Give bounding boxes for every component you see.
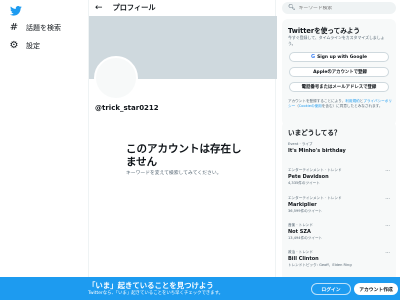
trend-count: 36,599件のツイート <box>288 209 323 213</box>
trend-item[interactable]: Event · ライブ It's Minho's birthday <box>288 142 392 154</box>
signup-title: Twitterを使ってみよう <box>288 27 360 35</box>
sidebar-item-label: 設定 <box>26 42 40 50</box>
trend-item[interactable]: エンターテインメント · トレンド Pete Davidson 4,335件のツ… <box>288 168 392 186</box>
more-icon[interactable]: ··· <box>385 168 390 174</box>
trends-card: いまどうしてる？ Event · ライブ It's Minho's birthd… <box>282 121 396 281</box>
google-icon: G <box>311 54 316 60</box>
search-icon: 🔍︎ <box>288 4 296 11</box>
phone-email-signup-button[interactable]: 電話番号またはメールアドレスで登録 <box>289 82 389 92</box>
trend-name: Markiplier <box>288 202 317 208</box>
apple-signup-button[interactable]: Appleのアカウントで登録 <box>289 67 389 77</box>
trends-title: いまどうしてる？ <box>288 129 341 137</box>
more-icon[interactable]: ··· <box>385 196 390 202</box>
trend-count: 4,335件のツイート <box>288 181 320 185</box>
login-button[interactable]: ログイン <box>311 283 351 295</box>
trend-category: Event · ライブ <box>288 142 313 146</box>
trend-item[interactable]: 音楽 · トレンド Not SZA 13,494件のツイート ··· <box>288 223 392 241</box>
trend-count: 13,494件のツイート <box>288 236 323 240</box>
avatar <box>94 56 138 100</box>
trend-name: Pete Davidson <box>288 174 329 180</box>
sidebar-item-label: 話題を検索 <box>26 24 61 32</box>
twitter-logo-icon[interactable] <box>10 6 22 16</box>
trend-count: トレンドトピック: Geoff、Elden Ring <box>288 263 352 267</box>
trend-name: Bill Clinton <box>288 256 319 262</box>
trend-category: エンターテインメント · トレンド <box>288 196 342 200</box>
trend-name: It's Minho's birthday <box>288 148 346 154</box>
sidebar-item-settings[interactable]: ⚙ 設定 <box>8 39 40 53</box>
signup-description: 今すぐ登録して、タイムラインをカスタマイズしましょう。 <box>288 35 385 46</box>
gear-icon: ⚙ <box>9 40 19 51</box>
right-sidebar: 🔍︎ Twitterを使ってみよう 今すぐ登録して、タイムラインをカスタマイズし… <box>282 0 400 300</box>
trend-item[interactable]: 政治 · トレンド Bill Clinton トレンドトピック: Geoff、E… <box>288 250 392 268</box>
search-input[interactable] <box>298 5 389 11</box>
phone-email-signup-label: 電話番号またはメールアドレスで登録 <box>301 85 377 90</box>
trend-name: Not SZA <box>288 229 311 235</box>
profile-handle: @trick_star0212 <box>95 104 159 112</box>
account-not-exist-title: このアカウントは存在しません <box>126 143 242 168</box>
cookie-link[interactable]: Cookieの使用 <box>299 104 322 108</box>
more-icon[interactable]: ··· <box>385 250 390 256</box>
bottom-signup-bar: 「いま」起きていることを見つけよう Twitterなら、「いま」起きていることを… <box>0 277 400 300</box>
hashtag-icon: # <box>9 22 19 33</box>
google-signup-label: Sign up with Google <box>317 54 367 60</box>
create-account-button[interactable]: アカウント作成 <box>354 283 398 295</box>
account-not-exist-subtitle: キーワードを変えて検索してみてください。 <box>126 171 222 176</box>
signup-card: Twitterを使ってみよう 今すぐ登録して、タイムラインをカスタマイズしましょ… <box>282 19 396 126</box>
more-icon[interactable]: ··· <box>385 223 390 229</box>
search-bar[interactable]: 🔍︎ <box>282 2 396 14</box>
profile-column: ← プロフィール @trick_star0212 このアカウントは存在しません … <box>88 0 277 300</box>
terms-text: アカウントを登録することにより、利用規約とプライバシーポリシー（Cookieの使… <box>288 99 392 109</box>
trend-item[interactable]: エンターテインメント · トレンド Markiplier 36,599件のツイー… <box>288 196 392 214</box>
trend-category: 音楽 · トレンド <box>288 223 313 227</box>
apple-signup-label: Appleのアカウントで登録 <box>313 70 367 75</box>
back-arrow-icon[interactable]: ← <box>95 3 103 13</box>
trend-category: エンターテインメント · トレンド <box>288 168 342 172</box>
google-signup-button[interactable]: G Sign up with Google <box>289 52 389 62</box>
left-nav: # 話題を検索 ⚙ 設定 <box>0 0 88 300</box>
terms-link[interactable]: 利用規約 <box>345 99 359 103</box>
trend-category: 政治 · トレンド <box>288 250 313 254</box>
bottom-bar-subtitle: Twitterなら、「いま」起きていることをいち早くチェックできます。 <box>88 291 224 296</box>
sidebar-item-explore[interactable]: # 話題を検索 <box>8 21 61 35</box>
page-title: プロフィール <box>112 3 156 12</box>
profile-header: ← プロフィール <box>89 0 275 16</box>
